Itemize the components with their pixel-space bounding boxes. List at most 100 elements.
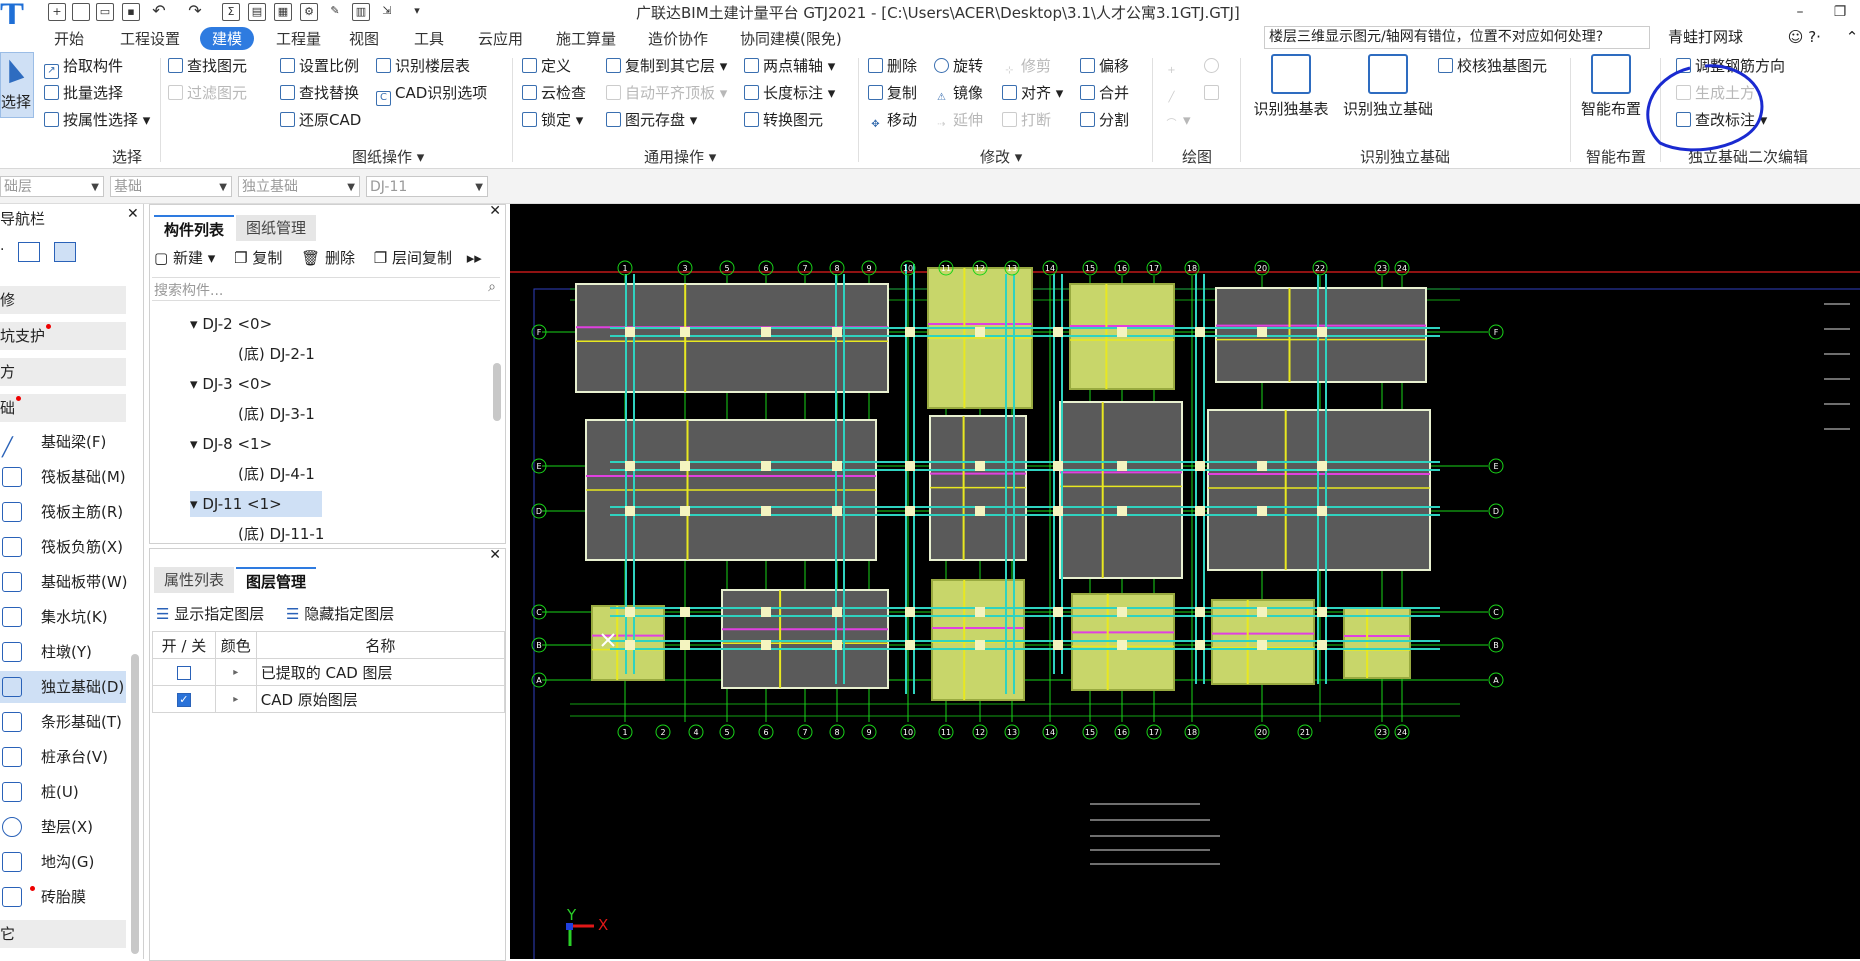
list-view-icon[interactable]	[18, 242, 40, 262]
set-scale-button[interactable]: 设置比例	[280, 55, 359, 77]
tree-node[interactable]: ▾ DJ-3 <0>	[190, 371, 272, 397]
cad-drawing[interactable]: 1 3 5 6 7 8 9 10 11 12 13 14 15 16 17 18 20 22 23 241 2 4 5 6 7 8…	[510, 204, 1860, 959]
draw-line-button[interactable]: ╱	[1164, 82, 1183, 104]
tree-leaf[interactable]: (底) DJ-11-1	[238, 521, 324, 547]
nav-item-column-pier[interactable]: 柱墩(Y)	[0, 636, 126, 668]
tab-layer-mgmt[interactable]: 图层管理	[236, 567, 317, 595]
component-select[interactable]: DJ-11 ▼	[366, 176, 488, 197]
save-icon[interactable]: ▪	[122, 3, 140, 21]
nav-item-raft-foundation[interactable]: 筏板基础(M)	[0, 461, 126, 493]
table-icon[interactable]: ▥	[352, 3, 370, 21]
chat-icon[interactable]: ☺	[1788, 28, 1804, 46]
blank-file-icon[interactable]	[72, 3, 90, 21]
save-elem-button[interactable]: 图元存盘 ▾	[606, 109, 697, 131]
pen-icon[interactable]: ✎	[326, 3, 344, 21]
nav-item-raft-neg-rebar[interactable]: 筏板负筋(X)	[0, 531, 126, 563]
tab-cost-collab[interactable]: 造价协作	[636, 27, 720, 50]
expand-icon[interactable]: ▸	[214, 658, 257, 686]
settings-icon[interactable]: ⚙	[300, 3, 318, 21]
nav-prev-icon[interactable]: ·	[0, 242, 4, 258]
close-icon[interactable]: ✕	[489, 547, 501, 563]
nav-item-foundation-beam[interactable]: ╱ 基础梁(F)	[0, 426, 126, 458]
rotate-button[interactable]: 旋转	[934, 55, 983, 77]
tab-project-settings[interactable]: 工程设置	[108, 27, 192, 50]
nav-item-pile-cap[interactable]: 桩承台(V)	[0, 741, 126, 773]
nav-item-brick-mold[interactable]: 砖胎膜	[0, 881, 126, 913]
user-name[interactable]: 青蛙打网球	[1668, 28, 1743, 46]
undo-icon[interactable]: ↶	[150, 3, 168, 21]
draw-arc-button[interactable]: ⌒ ▾	[1164, 109, 1191, 131]
nav-item-trench[interactable]: 地沟(G)	[0, 846, 126, 878]
new-button[interactable]: ▢ 新建 ▾	[154, 249, 215, 267]
tab-view[interactable]: 视图	[337, 27, 391, 50]
tree-leaf[interactable]: (底) DJ-4-1	[238, 461, 315, 487]
close-icon[interactable]: ✕	[489, 203, 501, 219]
restore-cad-button[interactable]: 还原CAD	[280, 109, 361, 131]
close-icon[interactable]: ✕	[127, 206, 139, 222]
define-button[interactable]: 定义	[522, 55, 571, 77]
open-folder-icon[interactable]: ▭	[96, 3, 114, 21]
type-select[interactable]: 独立基础 ▼	[238, 176, 360, 197]
check-foundation-button[interactable]: 校核独基图元	[1438, 55, 1547, 77]
tree-leaf[interactable]: (底) DJ-3-1	[238, 401, 315, 427]
draw-rotate-point-button[interactable]	[1204, 55, 1223, 77]
find-replace-button[interactable]: 查找替换	[280, 82, 359, 104]
pick-component-button[interactable]: ↗ 拾取构件	[44, 55, 123, 79]
redo-icon[interactable]: ↷	[186, 3, 204, 21]
draw-rect-button[interactable]	[1204, 82, 1223, 104]
sum-icon[interactable]: Σ	[222, 3, 240, 21]
tab-tools[interactable]: 工具	[402, 27, 456, 50]
trim-button[interactable]: ⊹ 修剪	[1002, 55, 1051, 77]
extend-button[interactable]: ⇢ 延伸	[934, 109, 983, 131]
layer-checkbox-checked[interactable]: ✓	[176, 692, 191, 707]
floor-copy-button[interactable]: ❐ 层间复制	[374, 249, 452, 267]
align-button[interactable]: 对齐 ▾	[1002, 82, 1063, 104]
delete-comp-button[interactable]: 🗑 删除	[301, 249, 355, 267]
nav-item-sump-pit[interactable]: 集水坑(K)	[0, 601, 126, 633]
lock-button[interactable]: 锁定 ▾	[522, 109, 583, 131]
tab-component-list[interactable]: 构件列表	[154, 215, 235, 243]
nav-item-raft-main-rebar[interactable]: 筏板主筋(R)	[0, 496, 126, 528]
nav-section-decoration[interactable]: 修	[0, 286, 126, 314]
restore-icon[interactable]: ❐	[1820, 0, 1860, 24]
nav-item-foundation-strip[interactable]: 基础板带(W)	[0, 566, 128, 598]
copy-button[interactable]: 复制	[868, 82, 917, 104]
list-scrollbar[interactable]	[493, 363, 501, 421]
copy-to-floor-button[interactable]: 复制到其它层 ▾	[606, 55, 727, 77]
more-icon[interactable]: ▸▸	[467, 249, 482, 267]
qa-dropdown-icon[interactable]: ▾	[408, 3, 426, 21]
table-row[interactable]: ▸ 已提取的 CAD 图层	[152, 658, 506, 686]
help-icon[interactable]: ?·	[1808, 28, 1821, 46]
drawing-canvas[interactable]: 1 3 5 6 7 8 9 10 11 12 13 14 15 16 17 18 20 22 23 24 1 2 4 5 6 7 8…	[510, 204, 1860, 959]
select-button[interactable]: 选择	[0, 52, 34, 118]
layer-checkbox[interactable]	[176, 665, 191, 680]
nav-item-isolated-foundation[interactable]: 独立基础(D)	[0, 671, 126, 703]
floor-select[interactable]: 础层 ▼	[0, 176, 104, 197]
identify-table-button[interactable]: 识别独基表	[1248, 54, 1334, 119]
export-icon[interactable]: ⇲	[378, 3, 396, 21]
component-search-input[interactable]: 搜索构件... ⌕	[152, 277, 500, 301]
table-row[interactable]: ✓ ▸ CAD 原始图层	[152, 685, 506, 713]
merge-button[interactable]: 合并	[1080, 82, 1129, 104]
find-element-button[interactable]: 查找图元	[168, 55, 247, 77]
hide-layer-button[interactable]: ☰ 隐藏指定图层	[286, 603, 394, 624]
report-icon[interactable]: ▤	[248, 3, 266, 21]
tree-node[interactable]: ▾ DJ-8 <1>	[190, 431, 272, 457]
tab-modeling[interactable]: 建模	[200, 27, 255, 50]
expand-icon[interactable]: ⌃	[1846, 28, 1859, 46]
minimize-icon[interactable]: –	[1780, 0, 1820, 24]
new-file-icon[interactable]: +	[48, 3, 66, 21]
tab-cloud[interactable]: 云应用	[466, 27, 535, 50]
category-select[interactable]: 基础 ▼	[110, 176, 232, 197]
nav-scrollbar[interactable]	[131, 654, 139, 954]
identify-floors-button[interactable]: 识别楼层表	[376, 55, 470, 77]
nav-section-earthwork[interactable]: 方	[0, 358, 126, 386]
tab-quantity[interactable]: 工程量	[264, 27, 333, 50]
nav-item-strip-foundation[interactable]: 条形基础(T)	[0, 706, 126, 738]
cloud-check-button[interactable]: 云检查	[522, 82, 586, 104]
two-point-axis-button[interactable]: 两点辅轴 ▾	[744, 55, 835, 77]
offset-button[interactable]: 偏移	[1080, 55, 1129, 77]
auto-flat-button[interactable]: 自动平齐顶板 ▾	[606, 82, 727, 104]
grid-icon[interactable]: ▦	[274, 3, 292, 21]
move-button[interactable]: ✥ 移动	[868, 109, 917, 131]
